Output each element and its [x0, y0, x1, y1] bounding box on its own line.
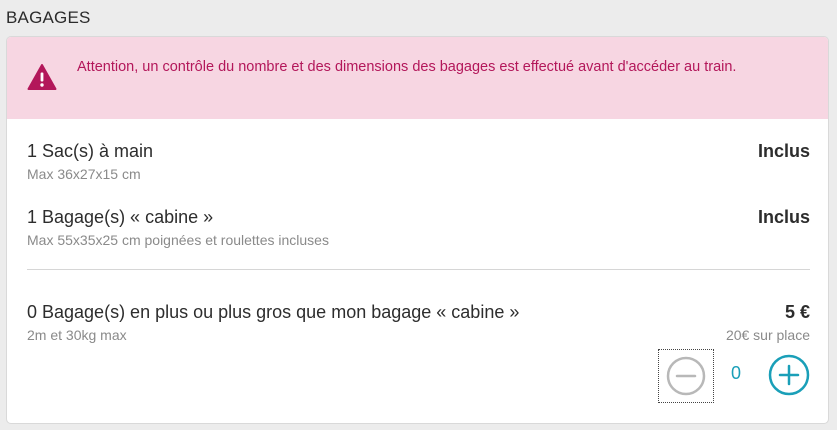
divider: [27, 269, 810, 270]
cabin-bag-dimensions: Max 55x35x25 cm poignées et roulettes in…: [27, 232, 329, 248]
quantity-stepper: 0: [658, 349, 810, 403]
cabin-bag-title: 1 Bagage(s) « cabine »: [27, 207, 214, 227]
cabin-bag-price: Inclus: [757, 207, 810, 227]
minus-circle-icon: [659, 350, 713, 402]
decrease-button[interactable]: [658, 349, 714, 403]
extra-bag-limits: 2m et 30kg max: [27, 327, 127, 343]
handbag-price: Inclus: [757, 141, 810, 161]
quantity-value: 0: [730, 363, 741, 383]
onsite-price: 20€ sur place: [725, 327, 810, 343]
extra-bag-title: 0 Bagage(s) en plus ou plus gros que mon…: [27, 302, 520, 322]
section-title: BAGAGES: [6, 8, 91, 27]
increase-button[interactable]: [768, 354, 810, 396]
baggage-card: Attention, un contrôle du nombre et des …: [6, 36, 829, 424]
handbag-dimensions: Max 36x27x15 cm: [27, 166, 141, 182]
plus-circle-icon: [768, 354, 810, 396]
alert-text: Attention, un contrôle du nombre et des …: [77, 59, 737, 75]
warning-icon: [27, 63, 57, 91]
extra-bag-price: 5 €: [784, 302, 810, 322]
handbag-title: 1 Sac(s) à main: [27, 141, 154, 161]
alert-banner: Attention, un contrôle du nombre et des …: [7, 37, 828, 119]
